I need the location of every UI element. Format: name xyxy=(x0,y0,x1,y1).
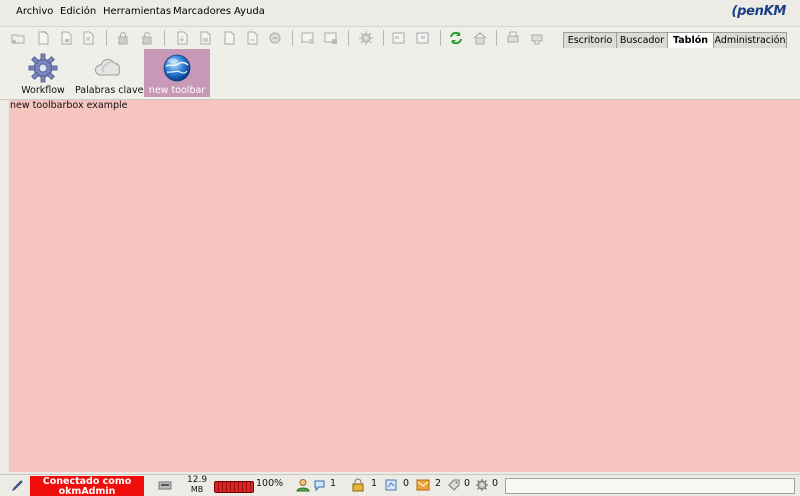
checkout-icon[interactable] xyxy=(221,30,237,46)
export-icon[interactable] xyxy=(197,30,213,46)
menubar: Archivo Edición Herramientas Marcadores … xyxy=(0,0,800,24)
menu-edicion[interactable]: Edición xyxy=(60,6,96,17)
bookmarks-count: 0 xyxy=(464,478,471,489)
remove-property-icon[interactable] xyxy=(323,30,339,46)
upload-progress-bar xyxy=(214,481,254,493)
tab-tablon[interactable]: Tablón xyxy=(667,32,714,48)
add-document-icon[interactable] xyxy=(58,30,74,46)
toolbar-separator xyxy=(106,30,107,46)
globe-icon xyxy=(161,52,193,84)
menu-herramientas[interactable]: Herramientas xyxy=(103,6,171,17)
checkout-count: 0 xyxy=(403,478,410,489)
mail-count: 2 xyxy=(435,478,442,489)
progress-percent: 100% xyxy=(256,478,284,489)
toolbar-separator xyxy=(348,30,349,46)
connected-status: Conectado como okmAdmin xyxy=(30,476,144,496)
memory-unit: MB xyxy=(190,485,204,494)
openkm-logo: (penKM xyxy=(731,4,786,19)
lock-icon[interactable] xyxy=(115,30,131,46)
unlock-icon[interactable] xyxy=(139,30,155,46)
new-document-icon[interactable] xyxy=(35,30,51,46)
toolbar-separator xyxy=(496,30,497,46)
progress-fill xyxy=(215,482,253,492)
users-count: 1 xyxy=(330,478,337,489)
cancel-checkout-icon[interactable] xyxy=(267,30,283,46)
workflow-gear-icon[interactable] xyxy=(358,30,374,46)
bookmark-tag-icon[interactable] xyxy=(447,478,461,492)
toolbar-separator xyxy=(440,30,441,46)
memory-value: 12.9 xyxy=(187,475,208,485)
menu-marcadores[interactable]: Marcadores xyxy=(173,6,231,17)
copy-icon[interactable] xyxy=(391,30,407,46)
status-extra-field xyxy=(505,478,795,494)
database-icon xyxy=(158,478,172,492)
refresh-icon[interactable] xyxy=(448,30,464,46)
toolbar-separator xyxy=(383,30,384,46)
checkin-icon[interactable] xyxy=(244,30,260,46)
toolbox-label: new toolbar xyxy=(148,85,206,96)
add-property-icon[interactable] xyxy=(300,30,316,46)
scan-document-icon[interactable] xyxy=(80,30,96,46)
chat-icon[interactable] xyxy=(313,478,327,492)
cloud-icon xyxy=(93,52,125,84)
toolbox-label: Palabras clave xyxy=(75,85,144,96)
home-icon[interactable] xyxy=(472,30,488,46)
menu-archivo[interactable]: Archivo xyxy=(16,6,53,17)
toolbox-workflow[interactable]: Workflow xyxy=(17,49,69,97)
menu-ayuda[interactable]: Ayuda xyxy=(234,6,265,17)
tasks-count: 0 xyxy=(492,478,499,489)
content-text: new toolbarbox example xyxy=(10,100,128,111)
tab-buscador[interactable]: Buscador xyxy=(616,32,668,48)
new-folder-icon[interactable] xyxy=(10,30,26,46)
toolbar-separator xyxy=(164,30,165,46)
logo-text: penKM xyxy=(737,4,786,19)
tab-escritorio[interactable]: Escritorio xyxy=(563,32,617,48)
lock-status-icon[interactable] xyxy=(351,478,365,492)
toolbox-panel: Workflow Palabras clave new toolbar xyxy=(0,49,800,100)
tab-administracion[interactable]: Administración xyxy=(713,32,787,48)
toolbox-new-toolbar[interactable]: new toolbar xyxy=(144,49,210,97)
main-toolbar: Escritorio Buscador Tablón Administració… xyxy=(0,26,800,50)
gear-icon xyxy=(27,52,59,84)
toolbox-content-area: new toolbarbox example xyxy=(9,100,800,472)
move-icon[interactable] xyxy=(415,30,431,46)
locked-count: 1 xyxy=(371,478,378,489)
toolbox-label: Workflow xyxy=(21,85,65,96)
statusbar: Conectado como okmAdmin 12.9 MB 100% 1 1… xyxy=(0,474,800,496)
pen-icon[interactable] xyxy=(11,478,25,492)
checkout-status-icon[interactable] xyxy=(384,478,398,492)
toolbox-palabras-clave[interactable]: Palabras clave xyxy=(75,49,143,97)
print-icon[interactable] xyxy=(505,30,521,46)
toolbar-separator xyxy=(292,30,293,46)
add-bookmark-icon[interactable] xyxy=(529,30,545,46)
download-icon[interactable] xyxy=(174,30,190,46)
user-icon[interactable] xyxy=(296,478,310,492)
tasks-gear-icon[interactable] xyxy=(475,478,489,492)
mail-icon[interactable] xyxy=(416,478,430,492)
